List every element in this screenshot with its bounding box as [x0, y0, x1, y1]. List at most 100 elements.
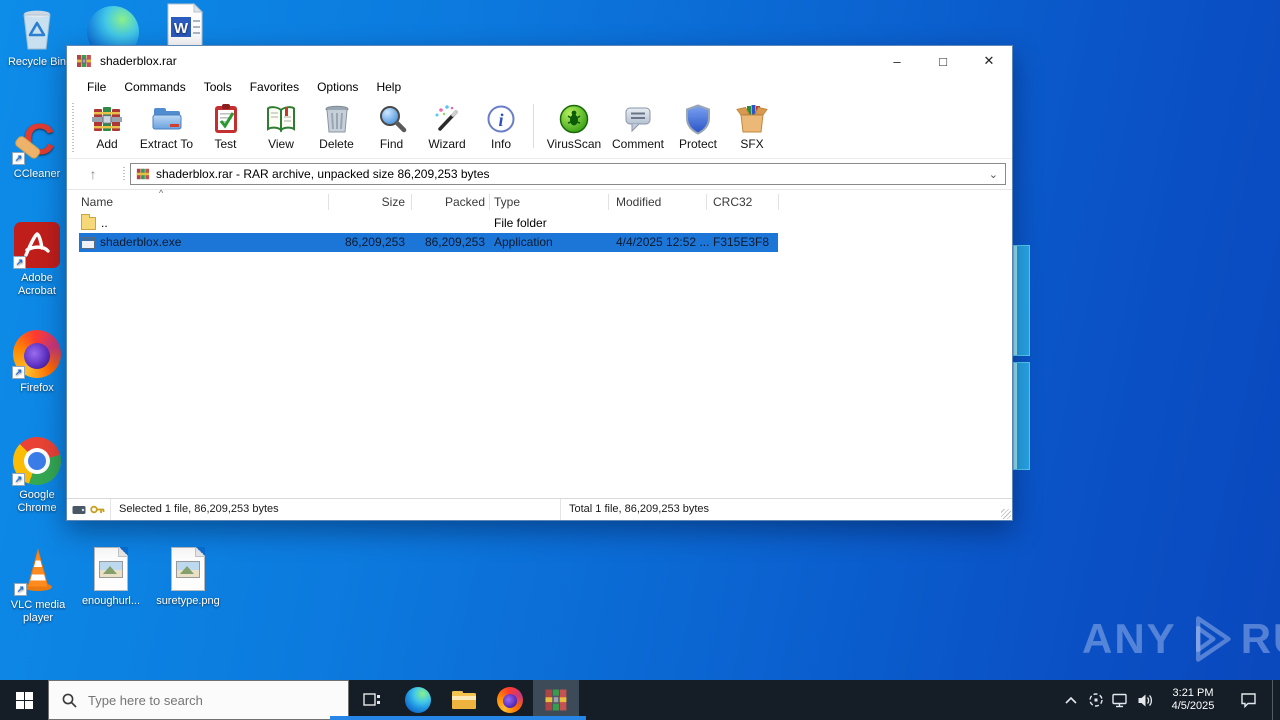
- add-archive-icon: [92, 107, 122, 131]
- add-button[interactable]: Add: [79, 98, 135, 158]
- info-button[interactable]: i Info: [475, 98, 527, 158]
- column-size[interactable]: Size: [332, 195, 405, 209]
- find-button[interactable]: Find: [364, 98, 419, 158]
- window-title: shaderblox.rar: [100, 54, 177, 68]
- speaker-icon: [1138, 694, 1153, 706]
- view-button[interactable]: View: [253, 98, 309, 158]
- firefox-icon: [497, 687, 523, 713]
- sfx-box-icon: [736, 105, 768, 133]
- wallpaper-beam: [1013, 245, 1030, 356]
- anyrun-watermark: ANY RUN: [1082, 610, 1280, 668]
- delete-button[interactable]: Delete: [309, 98, 364, 158]
- tray-agent-icon[interactable]: [1083, 680, 1108, 720]
- virusscan-button[interactable]: VirusScan: [542, 98, 606, 158]
- shortcut-arrow-icon: ↗: [12, 152, 25, 165]
- task-view-icon: [363, 693, 380, 706]
- file-row-parent-dir[interactable]: .. File folder: [67, 214, 1012, 233]
- menu-help[interactable]: Help: [367, 80, 410, 94]
- search-input[interactable]: [88, 692, 328, 708]
- image-file-icon: [171, 547, 205, 591]
- chevron-down-icon: ⌄: [988, 168, 998, 181]
- title-bar[interactable]: shaderblox.rar – □ ✕: [67, 46, 1012, 76]
- column-name[interactable]: Name: [81, 195, 113, 209]
- protect-shield-icon: [686, 104, 710, 135]
- desktop-icon-ccleaner[interactable]: C ↗ CCleaner: [5, 115, 69, 181]
- file-list: .. File folder shaderblox.exe 86,209,253…: [67, 214, 1012, 252]
- system-tray: 3:21 PM 4/5/2025: [1058, 680, 1280, 720]
- desktop-icon-google-chrome[interactable]: ↗ Google Chrome: [5, 437, 69, 515]
- desktop-icon-vlc[interactable]: ↗ VLC media player: [2, 545, 74, 625]
- sfx-button[interactable]: SFX: [726, 98, 778, 158]
- toolbar-separator: [533, 104, 534, 148]
- desktop-icon-suretype[interactable]: suretype.png: [150, 547, 226, 608]
- desktop-icon-recycle-bin[interactable]: Recycle Bin: [5, 6, 69, 69]
- desktop-icon-label: Firefox: [20, 382, 54, 394]
- winrar-icon: [545, 689, 567, 711]
- taskbar-edge-button[interactable]: [395, 680, 441, 720]
- addressbar-grip: [123, 167, 125, 181]
- taskbar-accent-strip: [330, 716, 586, 720]
- archive-path-combobox[interactable]: shaderblox.rar - RAR archive, unpacked s…: [130, 163, 1006, 185]
- edge-icon: [405, 687, 431, 713]
- clock-date: 4/5/2025: [1171, 700, 1215, 712]
- menu-favorites[interactable]: Favorites: [241, 80, 308, 94]
- taskbar-firefox-button[interactable]: [487, 680, 533, 720]
- svg-text:W: W: [174, 20, 189, 37]
- firefox-icon: [24, 343, 50, 369]
- tray-network-button[interactable]: [1108, 680, 1133, 720]
- task-view-button[interactable]: [349, 680, 395, 720]
- notification-icon: [1240, 693, 1256, 708]
- status-bar: Selected 1 file, 86,209,253 bytes Total …: [67, 498, 1012, 520]
- info-icon: i: [487, 105, 515, 133]
- column-crc32[interactable]: CRC32: [713, 195, 752, 209]
- toolbar: Add Extract To Test View Delete Find Wiz…: [67, 98, 1012, 159]
- taskbar-explorer-button[interactable]: [441, 680, 487, 720]
- desktop-icon-enoughurl[interactable]: enoughurl...: [78, 547, 144, 608]
- maximize-button[interactable]: □: [920, 46, 966, 76]
- up-directory-button[interactable]: ↑: [77, 163, 109, 185]
- show-desktop-button[interactable]: [1272, 680, 1280, 720]
- resize-grip[interactable]: [1001, 509, 1011, 519]
- minimize-button[interactable]: –: [874, 46, 920, 76]
- close-button[interactable]: ✕: [966, 46, 1012, 76]
- desktop-icon-label: CCleaner: [13, 168, 61, 180]
- application-icon: [81, 236, 95, 249]
- extract-to-button[interactable]: Extract To: [135, 98, 198, 158]
- delete-trash-icon: [325, 105, 348, 133]
- menu-file[interactable]: File: [78, 80, 115, 94]
- image-file-icon: [94, 547, 128, 591]
- desktop-icon-adobe-acrobat[interactable]: ↗ Adobe Acrobat: [5, 222, 69, 298]
- menu-tools[interactable]: Tools: [195, 80, 241, 94]
- column-packed[interactable]: Packed: [415, 195, 485, 209]
- wizard-button[interactable]: Wizard: [419, 98, 475, 158]
- search-icon: [62, 693, 77, 708]
- comment-button[interactable]: Comment: [606, 98, 670, 158]
- desktop-icon-label: Adobe Acrobat: [18, 272, 56, 297]
- test-button[interactable]: Test: [198, 98, 253, 158]
- desktop-icon-label: Google Chrome: [17, 489, 57, 514]
- network-icon: [1112, 693, 1127, 707]
- word-icon: W: [167, 2, 204, 51]
- taskbar-clock[interactable]: 3:21 PM 4/5/2025: [1162, 687, 1224, 713]
- menu-options[interactable]: Options: [308, 80, 367, 94]
- shortcut-arrow-icon: ↗: [12, 366, 25, 379]
- shortcut-arrow-icon: ↗: [13, 256, 26, 269]
- taskbar-winrar-button[interactable]: [533, 680, 579, 720]
- taskbar-search[interactable]: [48, 680, 349, 720]
- column-modified[interactable]: Modified: [616, 195, 661, 209]
- comment-icon: [625, 107, 651, 133]
- desktop-icon-firefox[interactable]: ↗ Firefox: [5, 330, 69, 395]
- watermark-text-right: RUN: [1240, 615, 1280, 662]
- file-row-shaderblox-exe[interactable]: shaderblox.exe 86,209,253 86,209,253 App…: [67, 233, 1012, 252]
- protect-button[interactable]: Protect: [670, 98, 726, 158]
- tray-volume-button[interactable]: [1133, 680, 1158, 720]
- start-button[interactable]: [0, 680, 48, 720]
- action-center-button[interactable]: [1228, 680, 1268, 720]
- wizard-wand-icon: [435, 105, 458, 131]
- desktop-icon-label: suretype.png: [156, 595, 220, 607]
- menu-commands[interactable]: Commands: [115, 80, 194, 94]
- tray-expand-button[interactable]: [1058, 680, 1083, 720]
- column-type[interactable]: Type: [494, 195, 520, 209]
- dashed-circle-icon: [1088, 693, 1103, 707]
- desktop-icon-label: enoughurl...: [81, 595, 141, 607]
